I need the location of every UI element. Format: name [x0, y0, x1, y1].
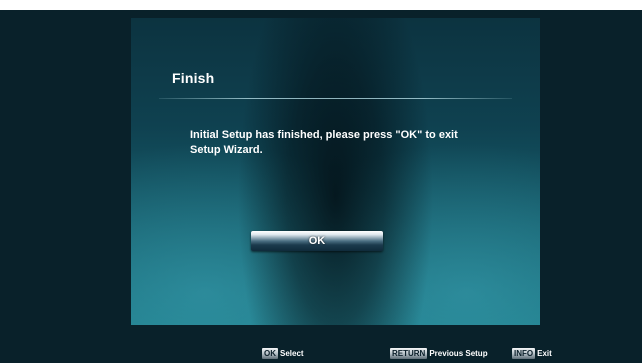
hint-select[interactable]: OK Select — [262, 348, 304, 359]
hint-previous-setup-label: Previous Setup — [429, 349, 488, 358]
hint-previous-setup[interactable]: RETURN Previous Setup — [390, 348, 488, 359]
info-key-icon: INFO — [512, 348, 536, 359]
top-border — [0, 0, 642, 10]
hint-exit[interactable]: INFO Exit — [512, 348, 552, 359]
dialog-title: Finish — [172, 70, 215, 86]
hint-select-label: Select — [280, 349, 304, 358]
remote-key-hints: OK Select RETURN Previous Setup INFO Exi… — [0, 340, 642, 363]
finish-message: Initial Setup has finished, please press… — [190, 129, 458, 156]
tv-setup-screen: Finish Initial Setup has finished, pleas… — [0, 0, 642, 363]
return-key-icon: RETURN — [390, 348, 428, 359]
setup-wizard-panel: Finish Initial Setup has finished, pleas… — [131, 18, 540, 325]
title-divider — [159, 98, 512, 99]
ok-button[interactable]: OK — [251, 231, 383, 251]
hint-exit-label: Exit — [537, 349, 552, 358]
ok-key-icon: OK — [262, 348, 278, 359]
